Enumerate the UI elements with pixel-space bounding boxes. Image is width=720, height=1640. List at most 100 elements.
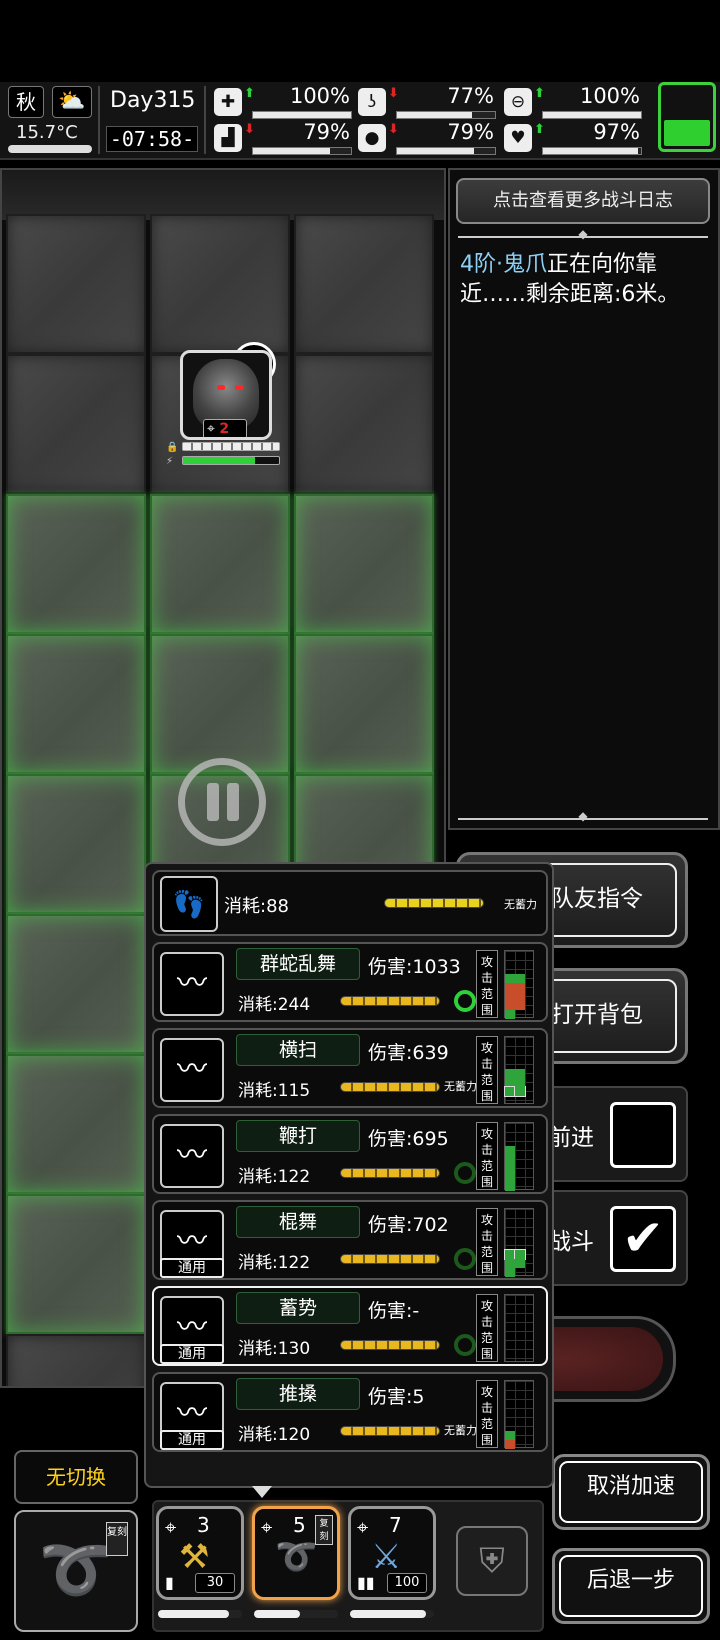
grid-tile[interactable] [294,494,434,634]
attack-range[interactable]: 攻击范围 [476,1208,542,1277]
attack-range[interactable]: 攻击范围 [476,1294,542,1362]
lightning-icon: ⚡ [166,456,174,467]
pill-icon: ⊖ [504,88,532,116]
grid-tile[interactable] [150,214,290,354]
range-label-char: 围 [480,1175,493,1189]
grid-tile[interactable] [294,214,434,354]
step-back-button[interactable]: 后退一步 [552,1548,710,1624]
slot-number: 5 [293,1513,306,1537]
stat-bar [396,147,496,155]
range-label-char: 围 [480,1261,493,1275]
trend-arrow: ⬆ [534,122,545,137]
range-label-char: 击 [480,1057,493,1071]
durability-bar [254,1610,338,1618]
general-tag: 通用 [160,1430,224,1450]
grid-tile[interactable] [6,1194,146,1334]
skill-row[interactable]: 〰通用 棍舞 伤害:702 消耗:122 攻击范围 [152,1200,548,1280]
no-charge-label: 无蓄力 [504,898,537,911]
crosshair-icon: ⌖ [165,1515,177,1539]
temperature-bar [8,145,92,153]
trend-arrow: ⬇ [244,122,255,137]
move-action-row[interactable]: 👣 消耗:88 无蓄力 [152,870,548,936]
skill-cost: 消耗:122 [238,1167,311,1187]
range-cell [515,1001,525,1010]
general-tag: 通用 [160,1258,224,1278]
main-weapon-slot[interactable]: ➰ 复刻 [14,1510,138,1632]
range-label-char: 范 [480,1073,493,1087]
range-label-char: 范 [480,1417,493,1431]
enemy-portrait[interactable]: ⌖ 2 [180,350,272,440]
no-switch-button[interactable]: 无切换 [14,1450,138,1504]
skill-name: 棍舞 [236,1206,360,1238]
hammer-icon: ⚒ [179,1537,210,1577]
attack-range[interactable]: 攻击范围 [476,1380,542,1449]
stat-value: 100% [289,84,350,108]
attack-range-label: 攻击范围 [476,1294,498,1362]
grid-tile[interactable] [294,354,434,494]
range-label-char: 击 [480,1315,493,1329]
skill-row[interactable]: 〰通用 蓄势 伤害:- 消耗:130 攻击范围 [152,1286,548,1366]
grid-tile[interactable] [6,354,146,494]
stat-stamina: ▟ ⬇ 79% [214,120,354,156]
move-cost: 消耗:88 [224,896,289,917]
skill-row[interactable]: 〰横扫 伤害:639 消耗:115 无蓄力攻击范围 [152,1028,548,1108]
attack-range-label: 攻击范围 [476,950,498,1018]
weapon-slot-2[interactable]: ⌖ 5 ➰ 复刻 [252,1506,340,1600]
skill-name: 蓄势 [236,1292,360,1324]
range-label-char: 攻 [480,1041,493,1055]
general-tag: 通用 [160,1344,224,1364]
grid-tile[interactable] [6,634,146,774]
range-cell [505,1259,515,1268]
charge-ring-icon [454,1162,476,1184]
range-cell [515,1069,525,1078]
skill-row[interactable]: 〰通用 推搡 伤害:5 消耗:120 无蓄力攻击范围 [152,1372,548,1452]
attack-range[interactable]: 攻击范围 [476,950,542,1019]
cancel-speed-button[interactable]: 取消加速 [552,1454,710,1530]
status-bar: 秋 ⛅ 15.7°C Day315 -07:58- ✚ ⬆ 100% ʖ ⬇ 7… [0,82,720,160]
grid-tile[interactable] [6,914,146,1054]
range-grid [504,1208,534,1277]
skill-row[interactable]: 〰群蛇乱舞 伤害:1033 消耗:244 攻击范围 [152,942,548,1022]
slot-number: 7 [389,1513,402,1537]
weather-icon: ⛅ [52,86,92,118]
range-cell [505,1431,515,1440]
advance-checkbox[interactable] [610,1102,676,1168]
grid-tile[interactable] [150,634,290,774]
range-label-char: 攻 [480,1299,493,1313]
range-cell [515,974,525,983]
shield-slot-icon[interactable]: ⛨ [456,1526,528,1596]
heart-icon: ♥ [504,124,532,152]
pause-button[interactable] [178,758,266,846]
grid-tile[interactable] [6,494,146,634]
weapon-slot-1[interactable]: ⌖ 3 ⚒ ▮ 30 [156,1506,244,1600]
grid-tile[interactable] [6,214,146,354]
trend-arrow: ⬇ [388,122,399,137]
grid-tile[interactable] [6,774,146,914]
range-grid [504,950,534,1019]
weapon-slot-3[interactable]: ⌖ 7 ⚔ ▮▮ 100 [348,1506,436,1600]
enemy-armor-bar [182,442,280,451]
range-label-char: 攻 [480,1385,493,1399]
attack-range[interactable]: 攻击范围 [476,1122,542,1191]
grid-tile[interactable] [6,1334,146,1386]
battle-log-text: 4阶·鬼爪正在向你靠近……剩余距离:6米。 [460,250,712,310]
range-cell [505,1078,515,1087]
stat-medicine: ⊖ ⬆ 100% [504,84,644,120]
grid-tile[interactable] [150,494,290,634]
range-cell [505,1146,515,1155]
range-label-char: 击 [480,971,493,985]
stat-value: 97% [593,120,640,144]
crosshair-icon: ⌖ [261,1515,273,1539]
attack-range[interactable]: 攻击范围 [476,1036,542,1104]
fight-checkbox[interactable]: ✔ [610,1206,676,1272]
skill-row[interactable]: 〰鞭打 伤害:695 消耗:122 攻击范围 [152,1114,548,1194]
range-cell [505,1069,515,1078]
range-cell [505,974,515,983]
grid-tile[interactable] [6,1054,146,1194]
temperature: 15.7°C [16,122,78,143]
attack-range-label: 攻击范围 [476,1122,498,1190]
grid-tile[interactable] [294,634,434,774]
skill-damage: 伤害:- [368,1300,420,1322]
view-battle-log-button[interactable]: 点击查看更多战斗日志 [456,178,710,224]
divider [98,86,100,154]
